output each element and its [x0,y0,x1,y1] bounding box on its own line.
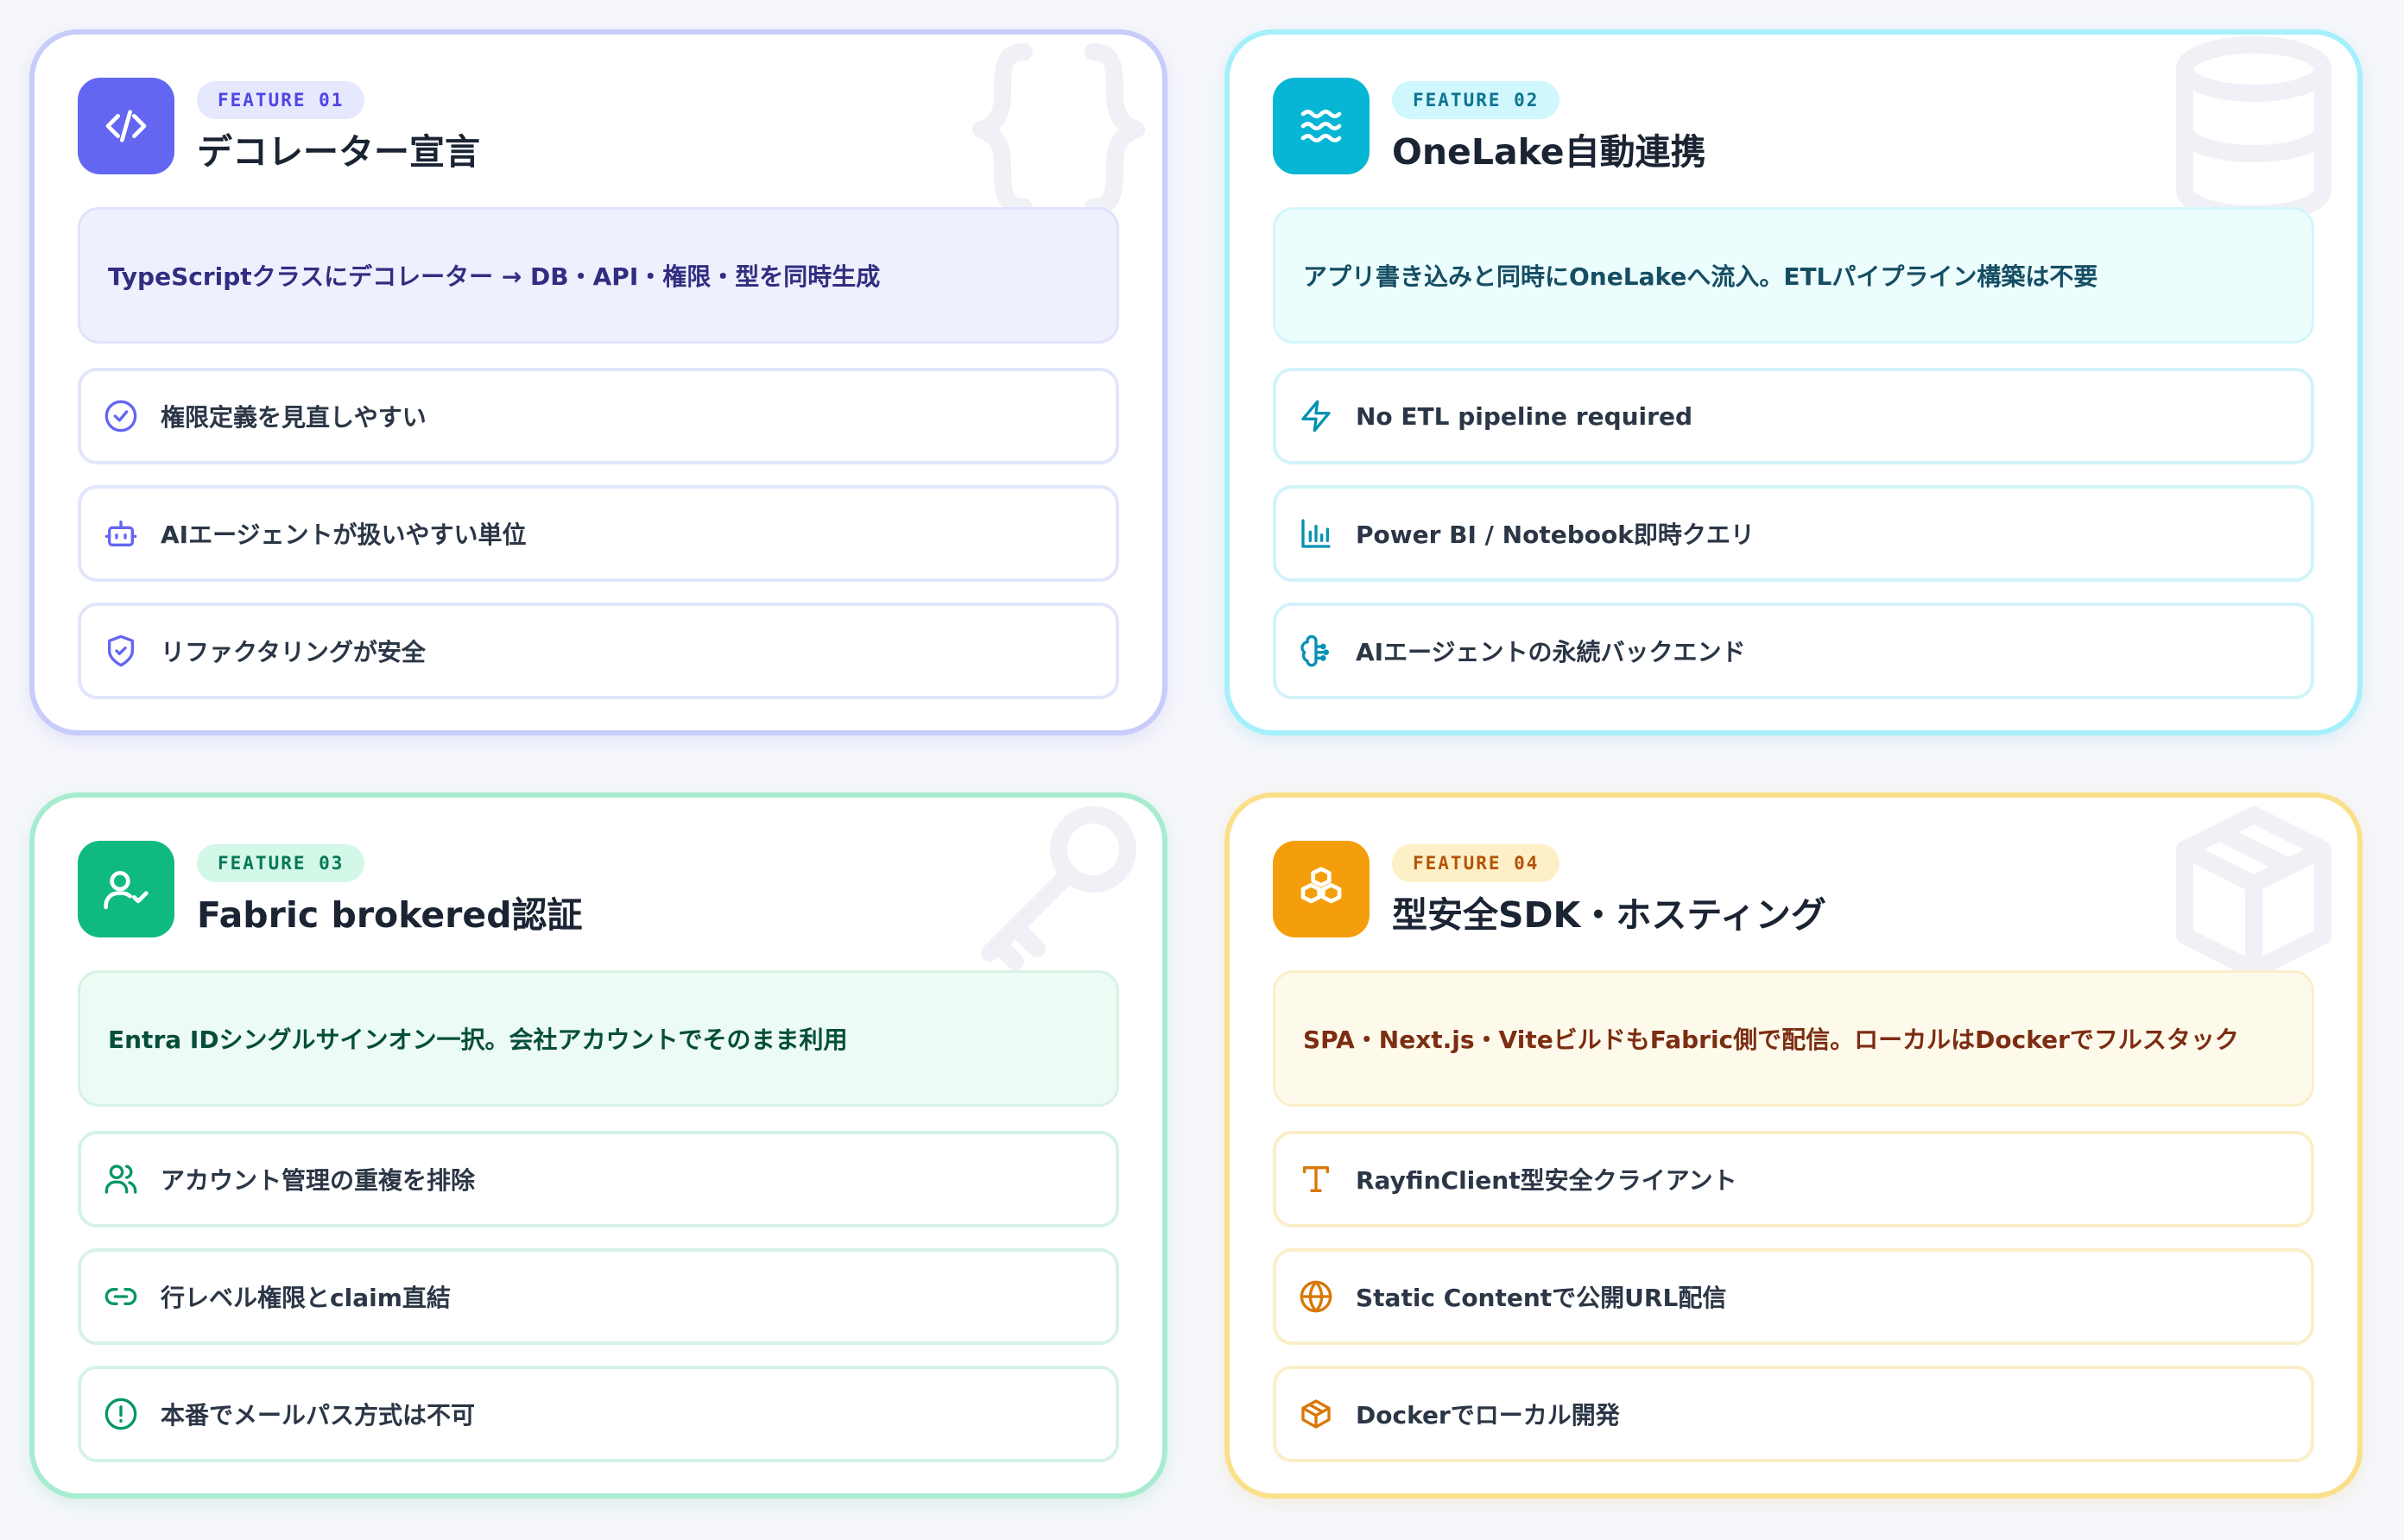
feature-item-label: リファクタリングが安全 [161,638,426,666]
users-icon [104,1162,138,1196]
alert-circle-icon [104,1397,138,1431]
feature-title: デコレーター宣言 [197,131,480,173]
feature-item: 行レベル権限とclaim直結 [78,1248,1119,1345]
feature-item: Power BI / Notebook即時クエリ [1273,485,2314,582]
feature-title: OneLake自動連携 [1392,131,1706,173]
feature-summary: アプリ書き込みと同時にOneLakeへ流入。ETLパイプライン構築は不要 [1273,207,2314,344]
feature-summary: TypeScriptクラスにデコレーター → DB・API・権限・型を同時生成 [78,207,1119,344]
feature-item-label: AIエージェントが扱いやすい単位 [161,521,527,549]
feature-item-label: Dockerでローカル開発 [1356,1401,1620,1430]
feature-item-label: AIエージェントの永続バックエンド [1356,638,1746,666]
feature-item: AIエージェントが扱いやすい単位 [78,485,1119,582]
feature-item-label: RayfinClient型安全クライアント [1356,1166,1737,1195]
feature-item: アカウント管理の重複を排除 [78,1131,1119,1228]
user-check-icon [78,841,174,937]
feature-summary: SPA・Next.js・ViteビルドもFabric側で配信。ローカルはDock… [1273,970,2314,1107]
feature-item-label: アカウント管理の重複を排除 [161,1166,476,1195]
feature-item-label: 本番でメールパス方式は不可 [161,1401,476,1430]
feature-badge: FEATURE 04 [1392,844,1560,882]
bar-chart-icon [1299,516,1333,551]
feature-card-decorator: FEATURE 01 デコレーター宣言 TypeScriptクラスにデコレーター… [29,29,1167,735]
feature-item-label: Static Contentで公開URL配信 [1356,1284,1727,1312]
check-circle-icon [104,399,138,433]
feature-card-sdk: FEATURE 04 型安全SDK・ホスティング SPA・Next.js・Vit… [1224,792,2363,1499]
type-icon [1299,1162,1333,1196]
package-icon [1299,1397,1333,1431]
feature-item-label: Power BI / Notebook即時クエリ [1356,521,1755,549]
feature-card-auth: FEATURE 03 Fabric brokered認証 Entra IDシング… [29,792,1167,1499]
feature-badge: FEATURE 01 [197,81,365,119]
feature-item: No ETL pipeline required [1273,368,2314,464]
feature-card-onelake: FEATURE 02 OneLake自動連携 アプリ書き込みと同時にOneLak… [1224,29,2363,735]
feature-title: 型安全SDK・ホスティング [1392,894,1826,936]
feature-item-label: No ETL pipeline required [1356,401,1692,431]
boxes-icon [1273,841,1370,937]
feature-item: Dockerでローカル開発 [1273,1366,2314,1462]
feature-item: AIエージェントの永続バックエンド [1273,603,2314,699]
feature-badge: FEATURE 02 [1392,81,1560,119]
waves-icon [1273,78,1370,174]
bot-icon [104,516,138,551]
feature-summary: Entra IDシングルサインオン一択。会社アカウントでそのまま利用 [78,970,1119,1107]
shield-check-icon [104,634,138,668]
feature-item: RayfinClient型安全クライアント [1273,1131,2314,1228]
globe-icon [1299,1279,1333,1314]
feature-item: 権限定義を見直しやすい [78,368,1119,464]
feature-item: リファクタリングが安全 [78,603,1119,699]
feature-item: 本番でメールパス方式は不可 [78,1366,1119,1462]
feature-item: Static Contentで公開URL配信 [1273,1248,2314,1345]
code-icon [78,78,174,174]
link-icon [104,1279,138,1314]
brain-circuit-icon [1299,634,1333,668]
feature-item-label: 行レベル権限とclaim直結 [161,1284,451,1312]
feature-title: Fabric brokered認証 [197,894,583,936]
feature-badge: FEATURE 03 [197,844,365,882]
feature-item-label: 権限定義を見直しやすい [161,403,427,432]
zap-icon [1299,399,1333,433]
